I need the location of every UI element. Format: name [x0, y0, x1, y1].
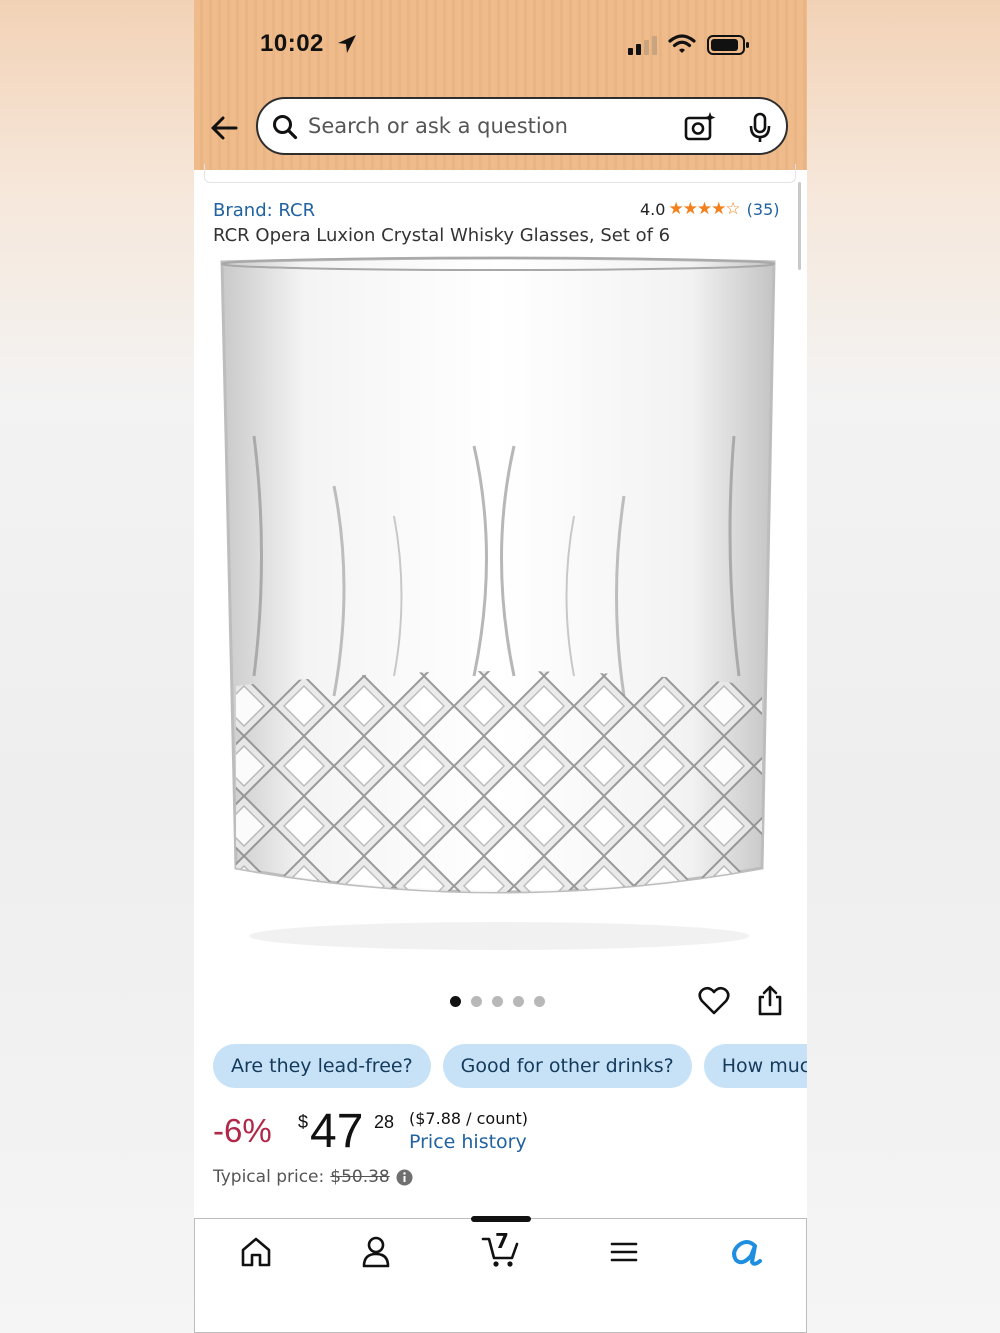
- image-carousel-dots[interactable]: [450, 996, 545, 1007]
- price-history-link[interactable]: Price history: [409, 1131, 527, 1153]
- price-fraction: 28: [374, 1112, 395, 1132]
- cart-count: 7: [495, 1229, 509, 1253]
- menu-icon[interactable]: [609, 1235, 639, 1269]
- info-icon[interactable]: [396, 1169, 413, 1186]
- carousel-dot[interactable]: [513, 996, 524, 1007]
- price-whole: 47: [310, 1105, 364, 1158]
- previous-card-edge: [204, 164, 796, 183]
- search-input[interactable]: Search or ask a question: [308, 114, 568, 138]
- status-time: 10:02: [260, 30, 324, 57]
- bottom-nav: 7: [194, 1216, 807, 1333]
- rating-value: 4.0: [640, 199, 666, 219]
- wifi-icon: [668, 34, 696, 53]
- question-chip[interactable]: Good for other drinks?: [442, 1044, 692, 1088]
- review-count[interactable]: (35): [747, 200, 780, 219]
- location-arrow-icon: [338, 35, 356, 53]
- price-currency: $: [298, 1112, 309, 1132]
- account-icon[interactable]: [361, 1235, 391, 1269]
- product-content: Brand: RCR 4.0 ★★★★☆ (35) RCR Opera Luxi…: [194, 164, 807, 1220]
- typical-price-label: Typical price:: [213, 1167, 325, 1187]
- question-chip[interactable]: How muc: [703, 1044, 807, 1088]
- camera-search-icon[interactable]: [684, 111, 716, 143]
- share-icon[interactable]: [756, 985, 784, 1017]
- carousel-dot[interactable]: [534, 996, 545, 1007]
- product-image[interactable]: [214, 256, 784, 956]
- microphone-icon[interactable]: [748, 112, 772, 144]
- background-right: [807, 0, 1000, 1333]
- carousel-dot[interactable]: [471, 996, 482, 1007]
- rufus-icon[interactable]: [727, 1235, 763, 1269]
- heart-icon[interactable]: [698, 986, 730, 1016]
- battery-icon: [707, 35, 749, 55]
- carousel-dot[interactable]: [450, 996, 461, 1007]
- active-tab-indicator: [471, 1216, 531, 1222]
- back-arrow-icon[interactable]: [208, 112, 242, 146]
- question-chip[interactable]: Are they lead-free?: [213, 1044, 431, 1088]
- cart-button[interactable]: 7: [481, 1229, 521, 1273]
- unit-price: ($7.88 / count): [409, 1109, 528, 1128]
- rating-summary[interactable]: 4.0 ★★★★☆ (35): [640, 199, 780, 219]
- home-icon[interactable]: [239, 1235, 273, 1269]
- typical-price: Typical price: $50.38: [213, 1167, 413, 1187]
- signal-icon: [628, 36, 657, 55]
- product-title: RCR Opera Luxion Crystal Whisky Glasses,…: [213, 225, 671, 246]
- background-left: [0, 0, 194, 1333]
- star-rating-icon: ★★★★☆: [668, 199, 740, 219]
- discount-percent: -6%: [213, 1112, 272, 1149]
- search-icon: [273, 115, 298, 140]
- question-chips: Are they lead-free? Good for other drink…: [213, 1044, 807, 1088]
- header: 10:02 Search or ask a question: [194, 0, 807, 170]
- search-bar[interactable]: Search or ask a question: [256, 97, 788, 155]
- brand-link[interactable]: Brand: RCR: [213, 200, 315, 221]
- carousel-dot[interactable]: [492, 996, 503, 1007]
- typical-price-value: $50.38: [330, 1167, 390, 1187]
- scrollbar[interactable]: [798, 182, 801, 270]
- phone-screen: 10:02 Search or ask a question Brand: RC…: [194, 0, 807, 1333]
